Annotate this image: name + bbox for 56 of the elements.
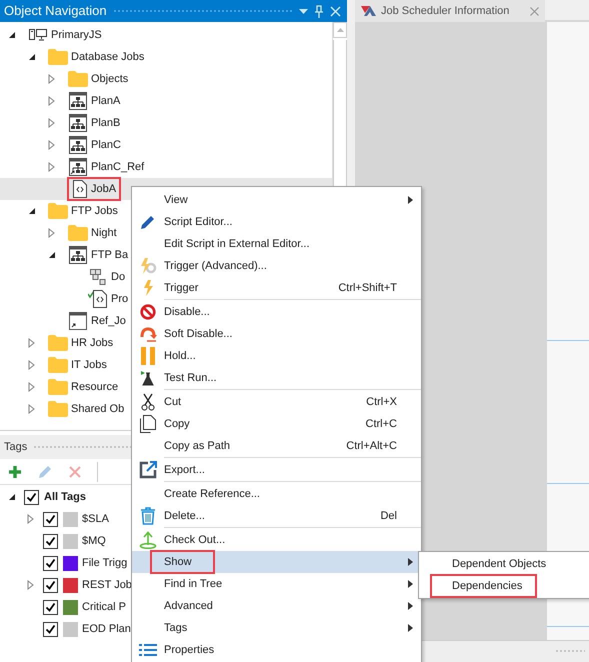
menu-item-label: Trigger [164, 280, 198, 296]
menu-item-label: Soft Disable... [164, 326, 232, 342]
tree-item-label: REST Job [82, 578, 132, 593]
menu-item-label: Check Out... [164, 532, 226, 548]
tree-item-label: Database Jobs [71, 50, 144, 65]
tree-item-label: HR Jobs [71, 336, 114, 351]
menu-item-label: Delete... [164, 508, 205, 524]
menu-item-label: Dependent Objects [452, 556, 546, 572]
menu-item-label: Dependencies [452, 578, 522, 594]
tree-item-label: Shared Ob [71, 402, 124, 417]
tree-item-label: IT Jobs [71, 358, 107, 373]
shortcut-text: Ctrl+Alt+C [346, 438, 397, 454]
panel-title: Tags [4, 440, 28, 455]
panel-title: Object Navigation [4, 2, 107, 20]
tree-item-label: FTP Ba [91, 248, 128, 263]
tree-item-label: $MQ [82, 534, 106, 549]
tree-item-label: All Tags [44, 490, 86, 505]
menu-item-label: Test Run... [164, 370, 217, 386]
shortcut-text: Ctrl+C [366, 416, 397, 432]
tree-item-label: Pro [111, 292, 128, 307]
menu-item-label: Find in Tree [164, 576, 222, 592]
tree-item-label: Objects [91, 72, 128, 87]
tree-item-label: File Trigg [82, 556, 128, 571]
tree-item-label: PlanC_Ref [91, 160, 144, 175]
tree-item-label: PlanA [91, 94, 120, 109]
shortcut-text: Ctrl+Shift+T [338, 280, 397, 296]
tree-item-label: Ref_Jo [91, 314, 126, 329]
menu-item-label: Advanced [164, 598, 213, 614]
menu-item-label: Properties [164, 642, 214, 658]
menu-item-label: Copy as Path [164, 438, 230, 454]
menu-item-label: Disable... [164, 304, 210, 320]
menu-item-label: Show [164, 554, 192, 570]
tree-item-label: PrimaryJS [51, 28, 102, 43]
menu-item-label: View [164, 192, 188, 208]
tree-item-label: FTP Jobs [71, 204, 118, 219]
tree-item-label: Resource [71, 380, 118, 395]
tree-item-label: Critical P [82, 600, 126, 615]
menu-item-label: Script Editor... [164, 214, 232, 230]
menu-item-label: Export... [164, 462, 205, 478]
tree-item-label: EOD Plan [82, 622, 131, 637]
shortcut-text: Ctrl+X [366, 394, 397, 410]
menu-item-label: Hold... [164, 348, 196, 364]
menu-item-label: Tags [164, 620, 188, 636]
tree-item-label: JobA [91, 182, 116, 197]
tab-title: Job Scheduler Information [381, 4, 510, 19]
shortcut-text: Del [380, 508, 397, 524]
menu-item-label: Copy [164, 416, 190, 432]
menu-item-label: Cut [164, 394, 182, 410]
tree-item-label: $SLA [82, 512, 109, 527]
tree-item-label: Do [111, 270, 126, 285]
menu-item-label: Edit Script in External Editor... [164, 236, 310, 252]
tree-item-label: PlanB [91, 116, 120, 131]
menu-item-label: Create Reference... [164, 486, 260, 502]
menu-item-label: Trigger (Advanced)... [164, 258, 267, 274]
tree-item-label: PlanC [91, 138, 121, 153]
tree-item-label: Night [91, 226, 117, 241]
